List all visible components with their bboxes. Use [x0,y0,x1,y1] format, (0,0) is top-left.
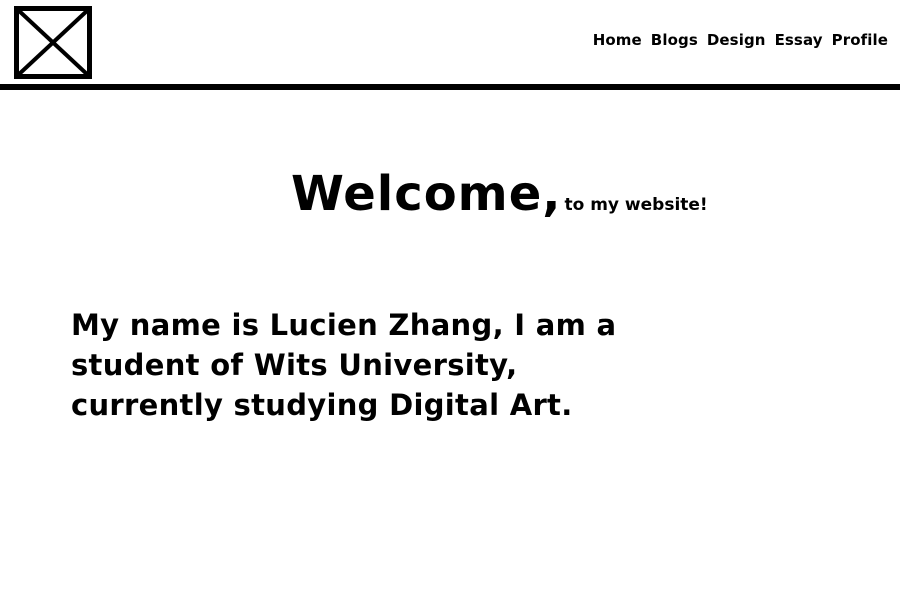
welcome-subtitle: to my website! [564,195,708,215]
nav-home-link[interactable]: Home [593,31,642,49]
nav-blogs-link[interactable]: Blogs [651,31,698,49]
placeholder-image-icon[interactable] [14,6,92,79]
welcome-title: Welcome, [291,166,562,222]
site-header: Home Blogs Design Essay Profile [0,0,900,90]
intro-paragraph: My name is Lucien Zhang, I am a student … [71,308,617,422]
main-navigation: Home Blogs Design Essay Profile [593,31,888,49]
nav-design-link[interactable]: Design [707,31,766,49]
welcome-heading: Welcome, to my website! [291,170,708,218]
nav-profile-link[interactable]: Profile [832,31,888,49]
nav-essay-link[interactable]: Essay [775,31,823,49]
